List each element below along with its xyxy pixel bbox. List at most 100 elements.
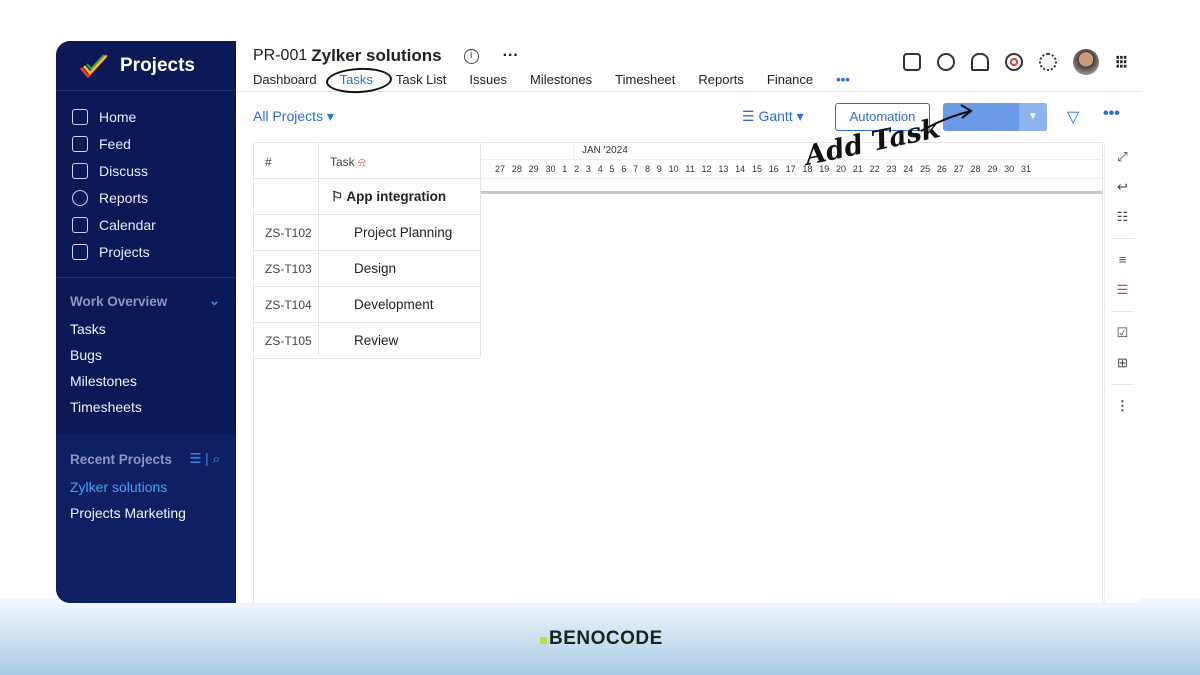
brand-logo: BENOCODE [540, 628, 663, 650]
nav-tasks[interactable]: Tasks [56, 316, 236, 342]
tab-finance[interactable]: Finance [767, 72, 813, 87]
calendar-check-icon[interactable]: ☑ [1105, 318, 1140, 348]
divider [1111, 384, 1134, 385]
nav-label: Calendar [99, 216, 156, 233]
tab-milestones[interactable]: Milestones [530, 72, 592, 87]
settings-sliders-icon[interactable]: ☷ [1105, 202, 1140, 232]
align-icon[interactable]: ≡ [1105, 245, 1140, 275]
project-id: PR-001 [253, 47, 308, 64]
section-title: Work Overview [70, 293, 168, 309]
task-row[interactable]: Review [319, 323, 480, 359]
app-logo[interactable]: Projects [56, 41, 236, 91]
filter-search-icons[interactable]: ☰ | ⌕ [189, 451, 220, 467]
alarm-icon[interactable]: ⍾ [358, 155, 366, 169]
brand-text: BENOCODE [549, 628, 663, 649]
nav-label: Feed [99, 135, 131, 152]
day-label: 30 [1004, 164, 1015, 174]
tab-task-list[interactable]: Task List [396, 72, 447, 87]
day-label: 13 [718, 164, 729, 174]
id-header: # [254, 143, 318, 179]
search-icon[interactable] [936, 53, 955, 71]
work-overview-header[interactable]: Work Overview ⌄ [56, 286, 236, 316]
tab-issues[interactable]: Issues [469, 72, 507, 87]
tab-dashboard[interactable]: Dashboard [253, 72, 317, 87]
main-nav: Home Feed Discuss Reports Calendar Proje… [56, 91, 236, 265]
milestone-sign-icon: ⚐ [331, 189, 344, 204]
view-dropdown[interactable]: ☰ Gantt ▾ [742, 108, 804, 125]
day-label: 2 [574, 164, 580, 174]
month-label: JAN '2024 [481, 143, 1102, 160]
undo-icon[interactable]: ↩ [1105, 172, 1140, 202]
expand-icon[interactable]: ⤢ [1105, 142, 1140, 172]
task-id: ZS-T103 [254, 251, 318, 287]
project-name: Zylker solutions [311, 46, 442, 65]
day-label: 8 [644, 164, 650, 174]
filter-icon[interactable]: ▽ [1067, 107, 1079, 127]
nav-projects[interactable]: Projects [56, 238, 236, 265]
task-row[interactable]: Project Planning [319, 215, 480, 251]
nav-calendar[interactable]: Calendar [56, 211, 236, 238]
apps-grid-icon[interactable]: ⁝⁝⁝ [1115, 52, 1128, 73]
timer-icon[interactable] [1004, 53, 1023, 71]
critical-path-icon[interactable]: ☰ [1105, 275, 1140, 305]
sidebar: Projects Home Feed Discuss Reports Calen… [56, 41, 236, 603]
more-options-button[interactable]: ••• [1103, 105, 1120, 123]
task-header-label: Task [330, 155, 355, 169]
add-icon[interactable] [902, 53, 921, 71]
project-filter-dropdown[interactable]: All Projects ▾ [253, 108, 334, 125]
task-group-row[interactable]: ⚐ App integration [319, 179, 480, 215]
grid-icon[interactable]: ⊞ [1105, 348, 1140, 378]
tab-reports[interactable]: Reports [698, 72, 744, 87]
day-label: 21 [852, 164, 863, 174]
day-label: 16 [768, 164, 779, 174]
day-label: 25 [920, 164, 931, 174]
nav-label: Discuss [99, 162, 149, 179]
nav-label: Reports [99, 189, 149, 206]
nav-reports[interactable]: Reports [56, 184, 236, 211]
day-label: 27 [495, 164, 506, 174]
tabs-more-button[interactable]: ••• [836, 72, 850, 87]
day-label: 9 [656, 164, 662, 174]
day-label: 22 [869, 164, 880, 174]
info-icon[interactable]: i [463, 48, 479, 64]
nav-feed[interactable]: Feed [56, 130, 236, 157]
section-title: Recent Projects [70, 451, 173, 467]
avatar[interactable] [1072, 49, 1099, 75]
task-row[interactable]: Design [319, 251, 480, 287]
recent-project-marketing[interactable]: Projects Marketing [56, 500, 236, 526]
day-label: 6 [621, 164, 627, 174]
header: PR-001 Zylker solutions i ··· Dashboard Tas… [236, 41, 1140, 92]
gantt-grid: # ZS-T102 ZS-T103 ZS-T104 ZS-T105 Task ⍾… [253, 142, 1103, 603]
day-label: 31 [1020, 164, 1031, 174]
group-id-cell [254, 179, 318, 215]
day-label: 26 [936, 164, 947, 174]
more-icon[interactable]: ··· [503, 47, 519, 65]
divider [1111, 311, 1134, 312]
feed-icon [72, 135, 88, 152]
nav-home[interactable]: Home [56, 103, 236, 130]
nav-milestones[interactable]: Milestones [56, 368, 236, 394]
vertical-more-icon[interactable]: ⋮ [1105, 391, 1140, 421]
nav-discuss[interactable]: Discuss [56, 157, 236, 184]
recent-projects-header: Recent Projects ☰ | ⌕ [56, 444, 236, 474]
day-label: 30 [545, 164, 556, 174]
task-column: Task ⍾ ⚐ App integration Project Plannin… [319, 143, 481, 359]
bell-icon[interactable] [970, 53, 989, 71]
nav-bugs[interactable]: Bugs [56, 342, 236, 368]
timeline-header: JAN '2024 27 28 29 30 1 2 3 4 5 6 7 8 9 10 11 12 13 14 15 1… [481, 143, 1102, 179]
project-filter-label: All Projects [253, 108, 324, 124]
tab-tasks[interactable]: Tasks [340, 72, 373, 87]
day-label: 7 [633, 164, 639, 174]
gear-icon[interactable] [1038, 53, 1057, 71]
nav-timesheets[interactable]: Timesheets [56, 394, 236, 420]
day-label: 29 [528, 164, 539, 174]
chevron-down-icon[interactable]: ▼ [1019, 103, 1047, 131]
tab-timesheet[interactable]: Timesheet [615, 72, 675, 87]
recent-project-zylker[interactable]: Zylker solutions [56, 474, 236, 500]
day-label: 3 [585, 164, 591, 174]
briefcase-icon [72, 243, 88, 260]
task-id: ZS-T105 [254, 323, 318, 359]
task-id: ZS-T104 [254, 287, 318, 323]
task-row[interactable]: Development [319, 287, 480, 323]
day-label: 14 [735, 164, 746, 174]
